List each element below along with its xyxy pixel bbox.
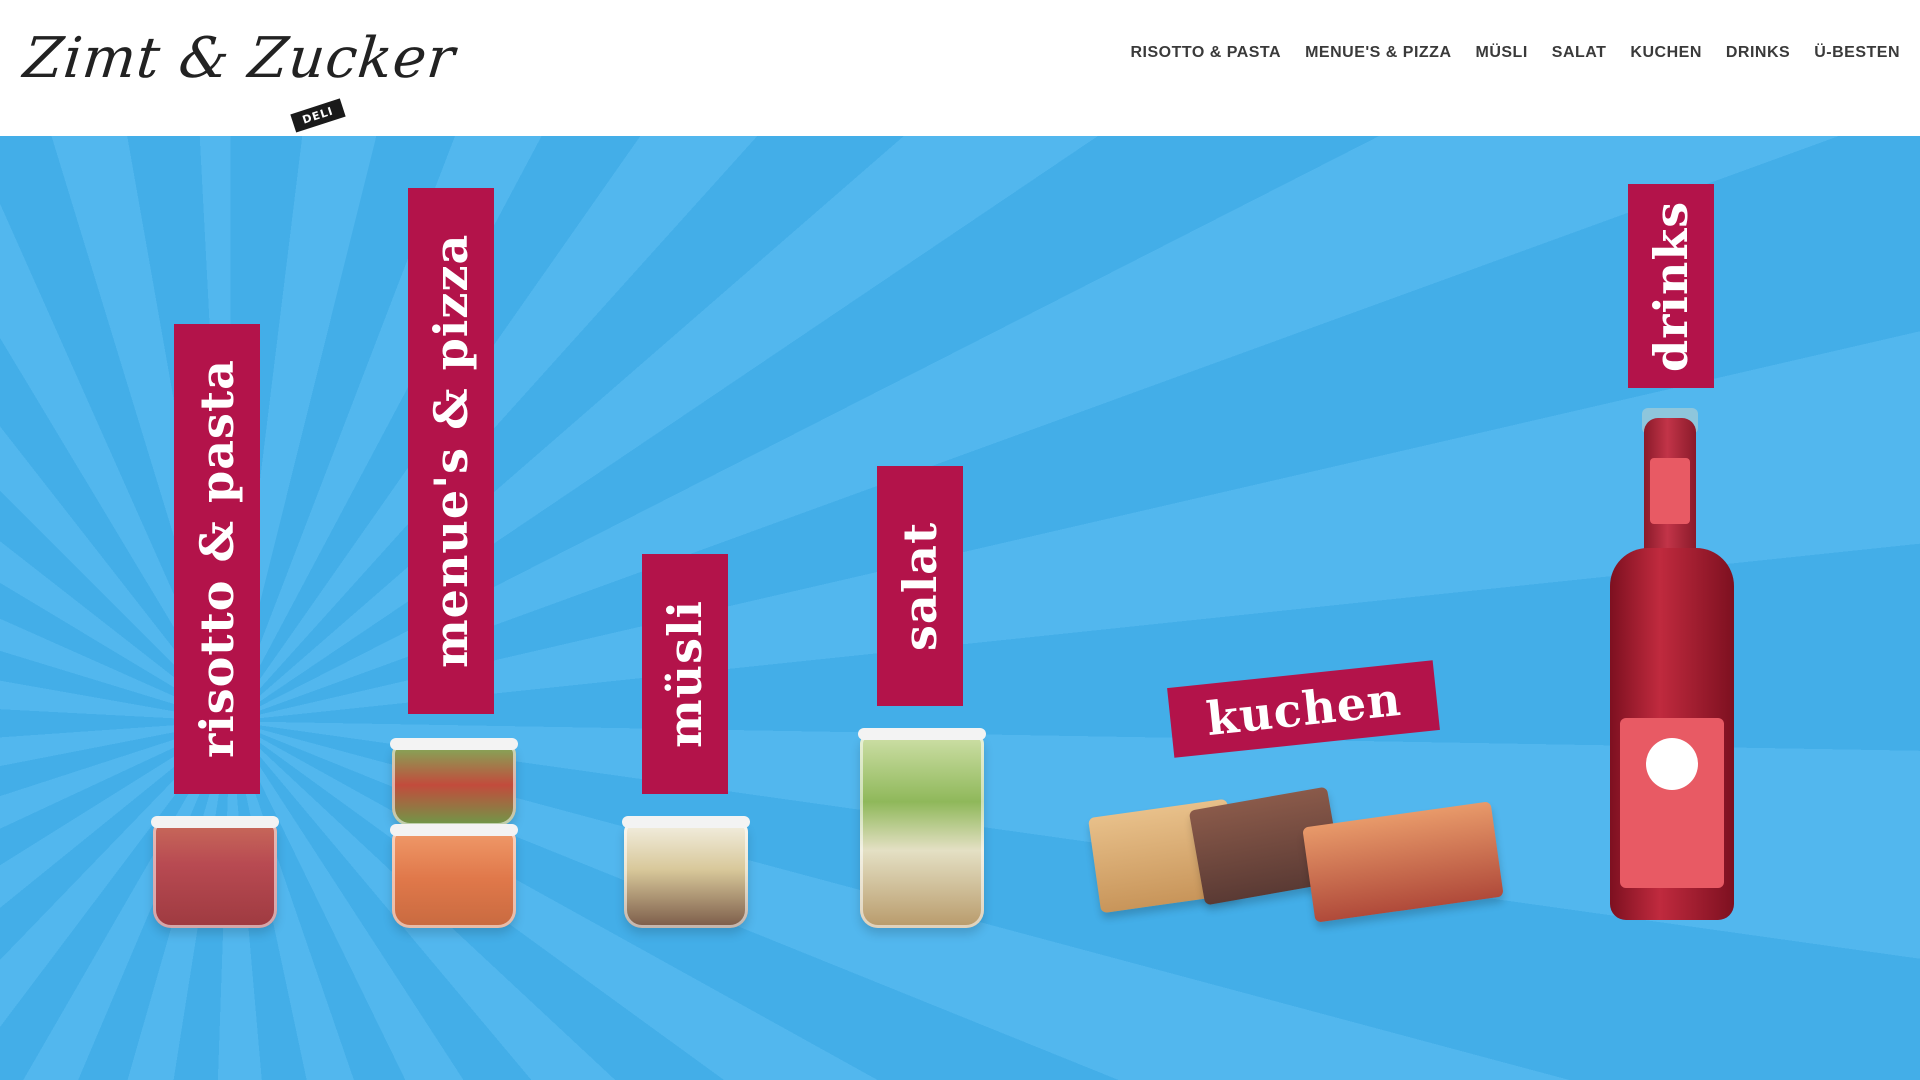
bottle-neck-label	[1650, 458, 1690, 524]
category-label-salat[interactable]: salat	[877, 466, 963, 706]
logo-tag: DELI	[290, 98, 346, 133]
nav-item-drinks[interactable]: DRINKS	[1726, 44, 1790, 62]
category-label-risotto-pasta[interactable]: risotto & pasta	[174, 324, 260, 794]
main-navigation: RISOTTO & PASTA MENUE'S & PIZZA MÜSLI SA…	[1130, 44, 1900, 62]
nav-item-menues-pizza[interactable]: MENUE'S & PIZZA	[1305, 44, 1451, 62]
category-label-muesli[interactable]: müsli	[642, 554, 728, 794]
logo-script: Zimt & Zucker	[20, 26, 459, 91]
nav-item-salat[interactable]: SALAT	[1552, 44, 1607, 62]
muesli-jar-icon[interactable]	[622, 816, 750, 928]
logo[interactable]: Zimt & Zucker DELI	[21, 22, 458, 133]
category-label-menues-pizza[interactable]: menue's & pizza	[408, 188, 494, 714]
stacked-jars-bottom	[390, 824, 518, 928]
category-label-drinks[interactable]: drinks	[1628, 184, 1714, 388]
bottle-icon[interactable]	[1610, 408, 1734, 928]
nav-item-risotto-pasta[interactable]: RISOTTO & PASTA	[1130, 44, 1281, 62]
nav-item-ue-besten[interactable]: Ü-BESTEN	[1814, 44, 1900, 62]
category-label-kuchen[interactable]: kuchen	[1167, 660, 1441, 758]
salad-jar-icon[interactable]	[858, 728, 986, 928]
site-header: Zimt & Zucker DELI RISOTTO & PASTA MENUE…	[0, 0, 1920, 136]
nav-item-kuchen[interactable]: KUCHEN	[1630, 44, 1701, 62]
nav-item-muesli[interactable]: MÜSLI	[1476, 44, 1528, 62]
hero-banner: risotto & pasta menue's & pizza müsli sa…	[0, 136, 1920, 1080]
flower-icon	[1646, 738, 1698, 790]
risotto-jar-icon[interactable]	[151, 816, 279, 928]
stacked-jars-icon[interactable]	[390, 738, 518, 826]
